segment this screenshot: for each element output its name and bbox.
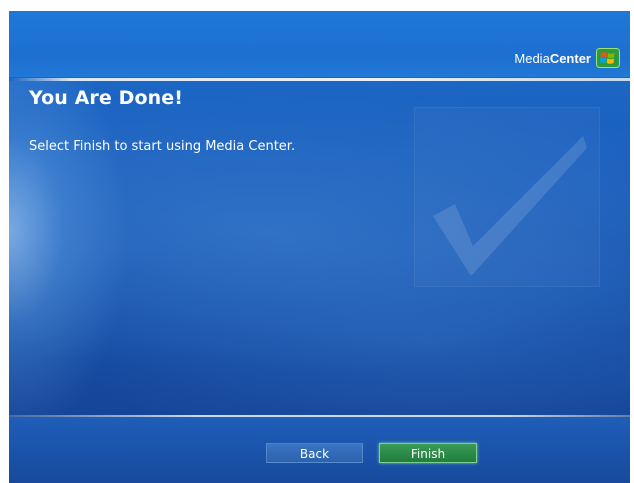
instruction-text: Select Finish to start using Media Cente… <box>29 139 296 154</box>
media-center-screen: MediaCenter <box>9 11 630 483</box>
brand-text: MediaCenter <box>514 51 591 66</box>
header-bar: MediaCenter <box>9 11 630 77</box>
finish-button[interactable]: Finish <box>379 443 477 463</box>
media-center-logo: MediaCenter <box>514 47 620 69</box>
windows-flag-icon <box>596 48 620 68</box>
brand-name-bold: Center <box>549 50 591 66</box>
checkmark-icon <box>433 136 587 276</box>
brand-name-light: Media <box>514 50 550 66</box>
page-title: You Are Done! <box>29 87 183 109</box>
checkmark-watermark <box>414 107 600 287</box>
back-button[interactable]: Back <box>266 443 363 463</box>
